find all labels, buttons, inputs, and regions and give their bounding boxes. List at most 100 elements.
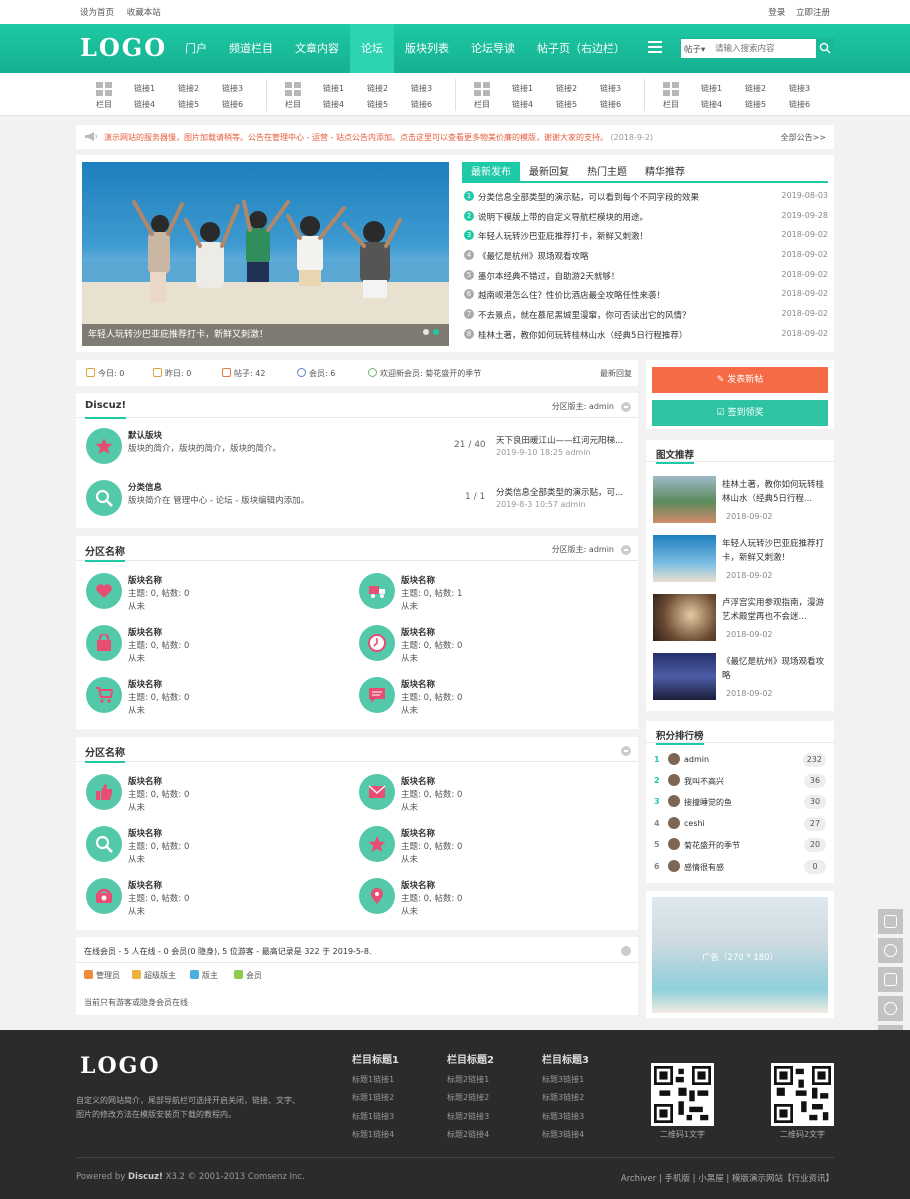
section-moderator[interactable]: 分区版主: admin (552, 544, 614, 555)
footer-link[interactable]: 标题2链接1 (447, 1074, 494, 1092)
news-item[interactable]: 7 不去景点，就在慕尼黑城里漫窜，你可否读出它的风情？ 2018-09-02 (462, 306, 828, 326)
quick-link[interactable]: 链接3 (789, 83, 810, 94)
footer-link[interactable]: 标题1链接3 (352, 1111, 399, 1129)
set-homepage-link[interactable]: 设为首页 (80, 8, 114, 18)
ranking-item[interactable]: 4 ceshi 27 (654, 816, 826, 833)
site-logo[interactable]: LOGO (80, 36, 167, 60)
footer-logo[interactable]: LOGO (80, 1055, 161, 1077)
last-post-title[interactable]: 分类信息全部类型的演示贴，可... (496, 486, 623, 498)
add-icon[interactable] (878, 938, 903, 963)
quick-link[interactable]: 链接1 (701, 83, 722, 94)
footer-link[interactable]: 标题3链接2 (542, 1092, 589, 1110)
last-post-title[interactable]: 天下良田暖江山——红河元阳梯... (496, 434, 623, 446)
new-post-button[interactable]: ✎ 发表新帖 (652, 367, 828, 393)
news-item[interactable]: 4 《最忆是杭州》现场观看攻略 2018-09-02 (462, 247, 828, 267)
thumbnail-image[interactable] (653, 653, 716, 700)
quick-link[interactable]: 链接1 (323, 83, 344, 94)
ranking-item[interactable]: 1 admin 232 (654, 752, 826, 769)
register-link[interactable]: 立即注册 (796, 8, 830, 18)
quick-link[interactable]: 链接6 (789, 99, 810, 110)
section-title[interactable]: 分区名称 (85, 543, 125, 562)
image-slider[interactable]: 年轻人玩转沙巴亚庇推荐打卡，新鲜又刺激！ (82, 162, 449, 346)
latest-reply-link[interactable]: 最新回复 (600, 368, 632, 379)
slide-caption[interactable]: 年轻人玩转沙巴亚庇推荐打卡，新鲜又刺激！ (82, 324, 449, 346)
tab-latest[interactable]: 最新发布 (462, 162, 520, 181)
all-announcements-link[interactable]: 全部公告>> (781, 132, 826, 143)
search-type-select[interactable]: 帖子▾ (684, 43, 705, 55)
search-button[interactable] (816, 39, 834, 58)
nav-item-portal[interactable]: 门户 (174, 24, 218, 73)
quick-link[interactable]: 链接4 (701, 99, 722, 110)
collapse-icon[interactable] (621, 746, 631, 756)
collapse-icon[interactable] (621, 545, 631, 555)
footer-links[interactable]: Archiver | 手机版 | 小黑屋 | 模版演示网站【行业资讯】 (621, 1172, 834, 1184)
quick-link[interactable]: 链接3 (411, 83, 432, 94)
footer-link[interactable]: 标题3链接4 (542, 1129, 589, 1147)
quick-link[interactable]: 链接6 (411, 99, 432, 110)
online-summary[interactable]: 在线会员 - 5 人在线 - 0 会员(0 隐身), 5 位游客 - 最高记录是… (84, 946, 372, 957)
footer-link[interactable]: 标题2链接4 (447, 1129, 494, 1147)
nav-item-forum[interactable]: 论坛 (350, 24, 394, 73)
footer-link[interactable]: 标题1链接4 (352, 1129, 399, 1147)
nav-item-channel[interactable]: 频道栏目 (218, 24, 284, 73)
checkin-icon[interactable] (878, 967, 903, 992)
menu-icon[interactable] (648, 41, 662, 53)
thumbnail-image[interactable] (653, 535, 716, 582)
quick-link[interactable]: 链接6 (222, 99, 243, 110)
stat-welcome[interactable]: 欢迎新会员: 菊花盛开的季节 (368, 368, 481, 379)
tab-digest[interactable]: 精华推荐 (636, 162, 694, 181)
quick-link[interactable]: 链接3 (600, 83, 621, 94)
nav-item-article[interactable]: 文章内容 (284, 24, 350, 73)
quick-link-category[interactable]: 栏目 (471, 82, 493, 110)
quick-link[interactable]: 链接2 (556, 83, 577, 94)
quick-link[interactable]: 链接3 (222, 83, 243, 94)
footer-link[interactable]: 标题3链接1 (542, 1074, 589, 1092)
tab-hot[interactable]: 热门主题 (578, 162, 636, 181)
news-item[interactable]: 5 墨尔本经典不错过，自助游2天就够！ 2018-09-02 (462, 267, 828, 287)
quick-link[interactable]: 链接5 (745, 99, 766, 110)
sign-in-button[interactable]: ☑ 签到领奖 (652, 400, 828, 426)
nav-item-guide[interactable]: 论坛导读 (460, 24, 526, 73)
quick-link[interactable]: 链接4 (512, 99, 533, 110)
quick-link-category[interactable]: 栏目 (282, 82, 304, 110)
footer-link[interactable]: 标题2链接3 (447, 1111, 494, 1129)
footer-link[interactable]: 标题1链接1 (352, 1074, 399, 1092)
tab-latest-reply[interactable]: 最新回复 (520, 162, 578, 181)
phone-icon[interactable] (878, 996, 903, 1021)
news-item[interactable]: 6 越南岘港怎么住？性价比酒店最全攻略任性来袭！ 2018-09-02 (462, 286, 828, 306)
bookmark-link[interactable]: 收藏本站 (127, 8, 161, 18)
news-item[interactable]: 2 说明下模版上带的自定义导航栏模块的用途。 2019-09-28 (462, 208, 828, 228)
login-link[interactable]: 登录 (768, 8, 785, 18)
quick-link[interactable]: 链接4 (134, 99, 155, 110)
quick-link[interactable]: 链接4 (323, 99, 344, 110)
quick-link[interactable]: 链接2 (178, 83, 199, 94)
forum-item[interactable]: 默认版块 版块的简介，版块的简介，版块的简介。 21 / 40 天下良田暖江山—… (86, 428, 626, 468)
section-title[interactable]: 分区名称 (85, 744, 125, 763)
quick-link[interactable]: 链接5 (556, 99, 577, 110)
quick-link[interactable]: 链接6 (600, 99, 621, 110)
quick-link[interactable]: 链接1 (134, 83, 155, 94)
section-title[interactable]: Discuz! (85, 400, 127, 419)
announcement-text[interactable]: 演示网站的服务器慢，图片加载请稍等。公告在管理中心 - 运营 - 站点公告内添加… (104, 132, 653, 143)
quick-link-category[interactable]: 栏目 (660, 82, 682, 110)
news-item[interactable]: 3 年轻人玩转沙巴亚庇推荐打卡，新鲜又刺激！ 2018-09-02 (462, 227, 828, 247)
nav-item-forum-list[interactable]: 版块列表 (394, 24, 460, 73)
news-item[interactable]: 8 桂林土著，教你如何玩转桂林山水（经典5日行程推荐） 2018-09-02 (462, 326, 828, 346)
thumbnail-image[interactable] (653, 476, 716, 523)
nav-item-thread-page[interactable]: 帖子页（右边栏） (526, 24, 636, 73)
quick-link[interactable]: 链接1 (512, 83, 533, 94)
quick-link[interactable]: 链接5 (178, 99, 199, 110)
quick-link[interactable]: 链接2 (367, 83, 388, 94)
quick-link-category[interactable]: 栏目 (93, 82, 115, 110)
footer-link[interactable]: 标题3链接3 (542, 1111, 589, 1129)
search-input[interactable] (715, 42, 815, 56)
thumbnail-image[interactable] (653, 594, 716, 641)
ranking-item[interactable]: 3 接撞睡觉的鱼 30 (654, 794, 826, 811)
discuz-link[interactable]: Discuz! (128, 1172, 163, 1182)
quick-link[interactable]: 链接2 (745, 83, 766, 94)
edit-icon[interactable] (878, 909, 903, 934)
collapse-icon[interactable] (621, 946, 631, 956)
ranking-item[interactable]: 5 菊花盛开的季节 20 (654, 837, 826, 854)
ranking-item[interactable]: 6 感情很有感 0 (654, 859, 826, 876)
footer-link[interactable]: 标题1链接2 (352, 1092, 399, 1110)
